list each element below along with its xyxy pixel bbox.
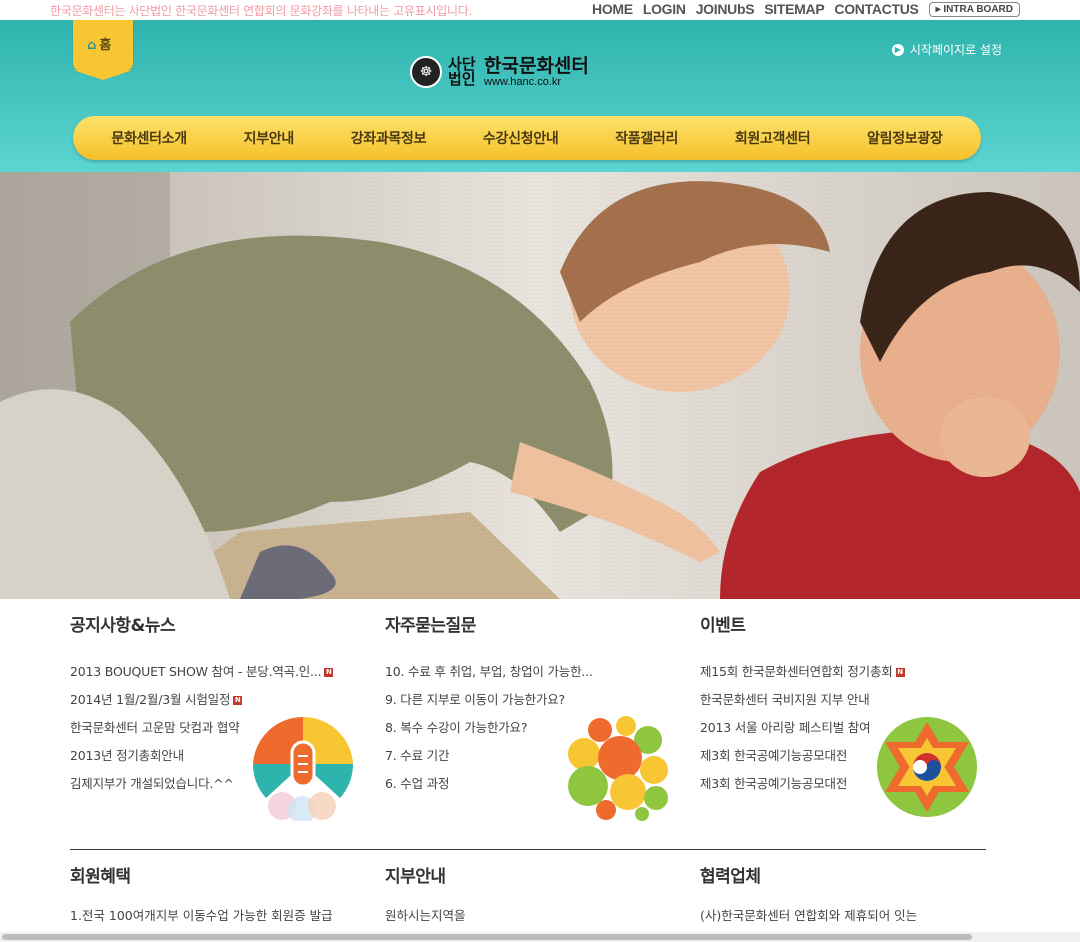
home-link[interactable]: HOME [592, 1, 633, 17]
branch-title[interactable]: 지부안내 [385, 862, 685, 887]
partner-title[interactable]: 협력업체 [700, 862, 1000, 887]
notice-circle-icon [252, 716, 354, 821]
notice-title[interactable]: 공지사항&뉴스 [70, 611, 370, 636]
logo-emblem-icon: ☸ [410, 56, 442, 88]
benefit-text: 1.전국 100여개지부 이동수업 가능한 회원증 발급 [70, 908, 333, 923]
join-link[interactable]: JOINUbS [696, 1, 755, 17]
list-item[interactable]: 제15회 한국문화센터연합회 정기총회 N [700, 658, 1000, 686]
intra-board-label: INTRA BOARD [943, 3, 1013, 15]
nav-item-branches[interactable]: 지부안내 [244, 128, 295, 148]
logo-org-type: 사단법인 [448, 55, 476, 88]
event-item-text: 2013 서울 아리랑 페스티벌 참여 [700, 720, 871, 735]
list-item[interactable]: 10. 수료 후 취업, 부업, 창업이 가능한... [385, 658, 685, 686]
new-badge-icon: N [324, 668, 334, 677]
partner-text: (사)한국문화센터 연합회와 제휴되어 잇는 [700, 908, 918, 923]
event-title[interactable]: 이벤트 [700, 611, 1000, 636]
speech-bubbles-icon [568, 716, 668, 821]
contactus-link[interactable]: CONTACTUS [834, 1, 918, 17]
list-item[interactable]: 9. 다른 지부로 이동이 가능한가요? [385, 686, 685, 714]
hero-illustration [0, 172, 1080, 599]
notice-item-text: 한국문화센터 고운맘 닷컴과 협약 [70, 720, 240, 735]
home-tab-label: 홈 [99, 38, 112, 53]
site-logo[interactable]: ☸ 사단법인 한국문화센터 www.hanc.co.kr [410, 56, 589, 88]
scrollbar-thumb[interactable] [2, 934, 972, 940]
nav-item-courses[interactable]: 강좌과목정보 [351, 128, 427, 148]
nav-item-registration[interactable]: 수강신청안내 [483, 128, 559, 148]
hero-banner-image [0, 172, 1080, 599]
horizontal-scrollbar[interactable] [0, 932, 1080, 942]
home-tab[interactable]: ⌂ 홈 [73, 20, 133, 80]
list-item[interactable]: 2014년 1월/2월/3월 시험일정 N [70, 686, 370, 714]
nav-item-gallery[interactable]: 작품갤러리 [615, 128, 678, 148]
start-page-label: 시작페이지로 설정 [909, 43, 1002, 57]
branch-section: 지부안내 원하시는지역을 [385, 862, 685, 924]
event-item-text: 제3회 한국공예기능공모대전 [700, 748, 848, 763]
house-icon: ⌂ [87, 38, 97, 53]
sitemap-link[interactable]: SITEMAP [764, 1, 824, 17]
top-bar: 한국문화센터는 사단법인 한국문화센터 연합회의 문화강좌를 나타내는 고유표시… [0, 0, 1080, 20]
logo-url: www.hanc.co.kr [484, 76, 562, 88]
event-item-text: 제3회 한국공예기능공모대전 [700, 776, 848, 791]
benefit-title[interactable]: 회원혜택 [70, 862, 370, 887]
benefit-section: 회원혜택 1.전국 100여개지부 이동수업 가능한 회원증 발급 [70, 862, 370, 924]
header: ⌂ 홈 ☸ 사단법인 한국문화센터 www.hanc.co.kr ▶ 시작페이지로… [0, 20, 1080, 177]
nav-item-member-center[interactable]: 회원고객센터 [735, 128, 811, 148]
notice-item-text: 2013년 정기총회안내 [70, 748, 184, 763]
play-circle-icon: ▶ [891, 43, 904, 56]
star-flag-icon [877, 717, 977, 817]
set-start-page-link[interactable]: ▶ 시작페이지로 설정 [891, 41, 1002, 58]
login-link[interactable]: LOGIN [643, 1, 686, 17]
new-badge-icon: N [233, 696, 243, 705]
main-nav: 문화센터소개 지부안내 강좌과목정보 수강신청안내 작품갤러리 회원고객센터 알… [73, 116, 981, 160]
partner-section: 협력업체 (사)한국문화센터 연합회와 제휴되어 잇는 [700, 862, 1000, 924]
faq-title[interactable]: 자주묻는질문 [385, 611, 685, 636]
intra-board-button[interactable]: ▸ INTRA BOARD [928, 1, 1020, 17]
nav-item-about[interactable]: 문화센터소개 [111, 128, 187, 148]
list-item[interactable]: 2013 BOUQUET SHOW 참여 - 분당.역곡.인... N [70, 658, 370, 686]
notice-item-text: 김제지부가 개설되었습니다.^^ [70, 776, 234, 791]
branch-text: 원하시는지역을 [385, 908, 466, 923]
logo-title: 한국문화센터 [484, 55, 589, 77]
nav-item-notice-plaza[interactable]: 알림정보광장 [867, 128, 943, 148]
event-item-text: 한국문화센터 국비지원 지부 안내 [700, 692, 870, 707]
notice-item-text: 2013 BOUQUET SHOW 참여 - 분당.역곡.인... [70, 664, 322, 679]
slogan-text: 한국문화센터는 사단법인 한국문화센터 연합회의 문화강좌를 나타내는 고유표시… [50, 4, 472, 18]
top-links: HOME LOGIN JOINUbS SITEMAP CONTACTUS ▸ I… [592, 1, 1020, 17]
event-item-text: 제15회 한국문화센터연합회 정기총회 [700, 664, 893, 679]
new-badge-icon: N [895, 668, 905, 677]
section-divider [70, 849, 986, 850]
list-item[interactable]: 한국문화센터 국비지원 지부 안내 [700, 686, 1000, 714]
notice-item-text: 2014년 1월/2월/3월 시험일정 [70, 692, 231, 707]
